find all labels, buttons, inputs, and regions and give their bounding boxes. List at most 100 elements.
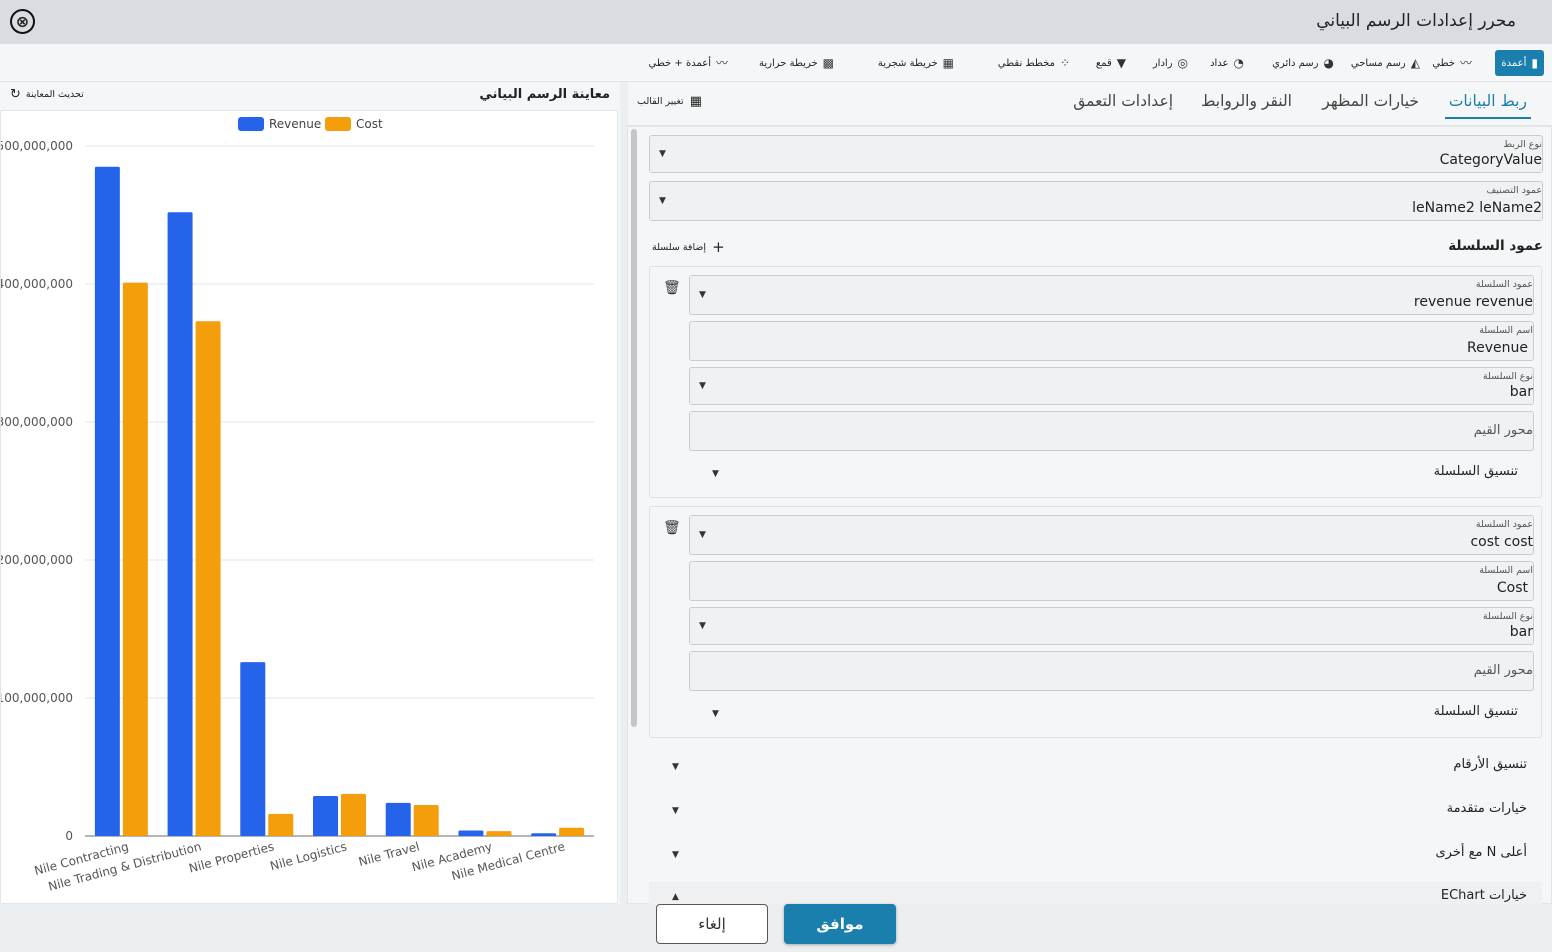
value-axis-placeholder: محور القيم <box>1473 423 1533 438</box>
form-scrollbar[interactable] <box>631 129 637 727</box>
change-template-button[interactable]: ▦ تغيير القالب <box>637 94 702 109</box>
chart-type-bar-line[interactable]: 〰 أعمدة + خطي <box>643 50 735 76</box>
chart-type-area-chart[interactable]: ◭ رسم مساحي <box>1345 50 1426 76</box>
bar-cost <box>486 831 512 836</box>
area-chart-icon: ◭ <box>1410 56 1420 70</box>
refresh-preview-button[interactable]: تحديث المعاينة ↻ <box>10 87 84 102</box>
chevron-down-icon[interactable]: ▼ <box>672 806 679 816</box>
cancel-button[interactable]: إلغاء <box>656 904 768 944</box>
binding-type-select[interactable]: نوع الربط CategoryValue ▼ <box>649 135 1543 173</box>
series-type-select[interactable]: نوع السلسلة bar ▼ <box>689 607 1534 645</box>
bar-cost <box>559 827 585 836</box>
bar-revenue <box>167 212 193 836</box>
chart-type-line-chart[interactable]: 〰 خطي <box>1426 50 1478 76</box>
category-column-label: عمود التصنيف <box>1486 185 1542 196</box>
series-column-label: عمود السلسلة <box>1475 519 1533 530</box>
chevron-down-icon[interactable]: ▼ <box>712 469 719 479</box>
treemap-icon: ▦ <box>942 56 954 70</box>
series-column-select[interactable]: عمود السلسلة revenue revenue ▼ <box>689 275 1534 315</box>
trash-icon[interactable]: 🗑 <box>663 520 681 536</box>
plus-icon: + <box>712 238 725 256</box>
chart-type-radar[interactable]: ◎ رادار <box>1147 50 1194 76</box>
chart-type-label: خطي <box>1432 57 1455 69</box>
bar-chart: 0 100,000,000 200,000,000 300,000,000 400,00… <box>1 117 594 894</box>
y-tick-label: 0 <box>65 829 73 843</box>
echart-options-header[interactable]: خيارات EChart ▲ <box>649 882 1542 904</box>
number-format-expander[interactable]: تنسيق الأرقام <box>1453 757 1527 772</box>
chart-preview-panel: معاينة الرسم البياني تحديث المعاينة ↻ 0 1… <box>0 82 620 904</box>
value-axis-input[interactable]: محور القيم <box>689 411 1534 451</box>
series-column-value: cost cost <box>1470 534 1533 550</box>
chevron-down-icon[interactable]: ▼ <box>672 850 679 860</box>
dialog-titlebar: محرر إعدادات الرسم البياني ⊗ <box>0 0 1552 44</box>
chevron-down-icon: ▼ <box>699 381 706 391</box>
chart-type-pie-chart[interactable]: ◕ رسم دائري <box>1266 50 1340 76</box>
editor-tabs: ربط البيانات خيارات المظهر النقر والرواب… <box>628 82 1552 126</box>
refresh-preview-label: تحديث المعاينة <box>25 89 84 100</box>
bar-cost <box>195 321 221 836</box>
chart-type-funnel[interactable]: ▼ قمع <box>1090 50 1132 76</box>
tab-click-links[interactable]: النقر والروابط <box>1201 92 1292 110</box>
y-tick-label: 300,000,000 <box>1 415 73 429</box>
chart-type-label: رسم مساحي <box>1350 57 1406 69</box>
binding-type-value: CategoryValue <box>1439 152 1542 168</box>
series-name-label: اسم السلسلة <box>1479 325 1533 336</box>
chart-type-bar-chart[interactable]: ▮ أعمدة <box>1495 50 1544 76</box>
chart-type-gauge[interactable]: ◔ عداد <box>1204 50 1250 76</box>
chart-type-toolbar: ▮ أعمدة 〰 خطي ◭ رسم مساحي ◕ رسم دائري ◔ عداد ◎ رادا… <box>0 44 1552 82</box>
series-type-label: نوع السلسلة <box>1482 611 1533 622</box>
series-column-select[interactable]: عمود السلسلة cost cost ▼ <box>689 515 1534 555</box>
chart-type-label: رسم دائري <box>1272 57 1319 69</box>
tab-appearance[interactable]: خيارات المظهر <box>1322 92 1419 110</box>
bar-chart-icon: ▮ <box>1531 56 1538 70</box>
chart-type-label: مخطط نقطي <box>997 57 1055 69</box>
legend-label: Revenue <box>269 117 321 131</box>
series-type-select[interactable]: نوع السلسلة bar ▼ <box>689 367 1534 405</box>
y-tick-label: 400,000,000 <box>1 277 73 291</box>
scatter-icon: ⁘ <box>1059 56 1070 70</box>
bar-revenue <box>531 833 557 836</box>
category-column-select[interactable]: عمود التصنيف leName2 leName2 ▼ <box>649 181 1543 221</box>
trash-icon[interactable]: 🗑 <box>663 280 681 296</box>
chart-type-heatmap[interactable]: ▩ خريطة حرارية <box>753 50 840 76</box>
chevron-down-icon[interactable]: ▼ <box>712 709 719 719</box>
tab-drilldown[interactable]: إعدادات التعمق <box>1073 92 1173 110</box>
bar-cost <box>268 813 294 836</box>
chart-type-label: خريطة حرارية <box>758 57 818 69</box>
series-name-input[interactable]: اسم السلسلة Revenue <box>689 321 1534 361</box>
close-icon[interactable]: ⊗ <box>10 9 35 34</box>
y-tick-label: 200,000,000 <box>1 553 73 567</box>
bar-revenue <box>313 795 338 836</box>
y-tick-label: 500,000,000 <box>1 139 73 153</box>
series-name-input[interactable]: اسم السلسلة Cost <box>689 561 1534 601</box>
chart-type-label: رادار <box>1152 57 1173 69</box>
echart-options-label: خيارات EChart <box>1440 888 1527 903</box>
legend-swatch <box>325 117 351 131</box>
gauge-icon: ◔ <box>1233 56 1244 70</box>
heatmap-icon: ▩ <box>822 56 834 70</box>
ok-button[interactable]: موافق <box>784 904 896 944</box>
advanced-options-expander[interactable]: خيارات متقدمة <box>1447 801 1527 816</box>
add-series-label: إضافة سلسلة <box>652 241 707 253</box>
value-axis-input[interactable]: محور القيم <box>689 651 1534 691</box>
chart-type-label: خريطة شجرية <box>877 57 938 69</box>
top-n-expander[interactable]: أعلى N مع أخرى <box>1435 845 1527 860</box>
chart-type-scatter[interactable]: ⁘ مخطط نقطي <box>992 50 1076 76</box>
chart-type-label: قمع <box>1095 57 1112 69</box>
category-column-value: leName2 leName2 <box>1412 200 1542 216</box>
chevron-down-icon: ▼ <box>699 290 706 300</box>
bar-revenue <box>385 802 411 836</box>
series-name-label: اسم السلسلة <box>1479 565 1533 576</box>
x-tick-label: Nile Logistics <box>269 839 349 873</box>
series-column-label: عمود السلسلة <box>1475 279 1533 290</box>
chevron-up-icon: ▲ <box>672 892 679 902</box>
tab-data-binding[interactable]: ربط البيانات <box>1444 92 1532 119</box>
chevron-down-icon[interactable]: ▼ <box>672 762 679 772</box>
series-column-value: revenue revenue <box>1413 294 1533 310</box>
radar-icon: ◎ <box>1177 56 1188 70</box>
series-name-value: Revenue <box>1467 340 1528 356</box>
add-series-button[interactable]: + إضافة سلسلة <box>652 238 725 256</box>
chevron-down-icon: ▼ <box>659 149 666 159</box>
series-type-value: bar <box>1509 624 1533 640</box>
chart-type-treemap[interactable]: ▦ خريطة شجرية <box>872 50 960 76</box>
